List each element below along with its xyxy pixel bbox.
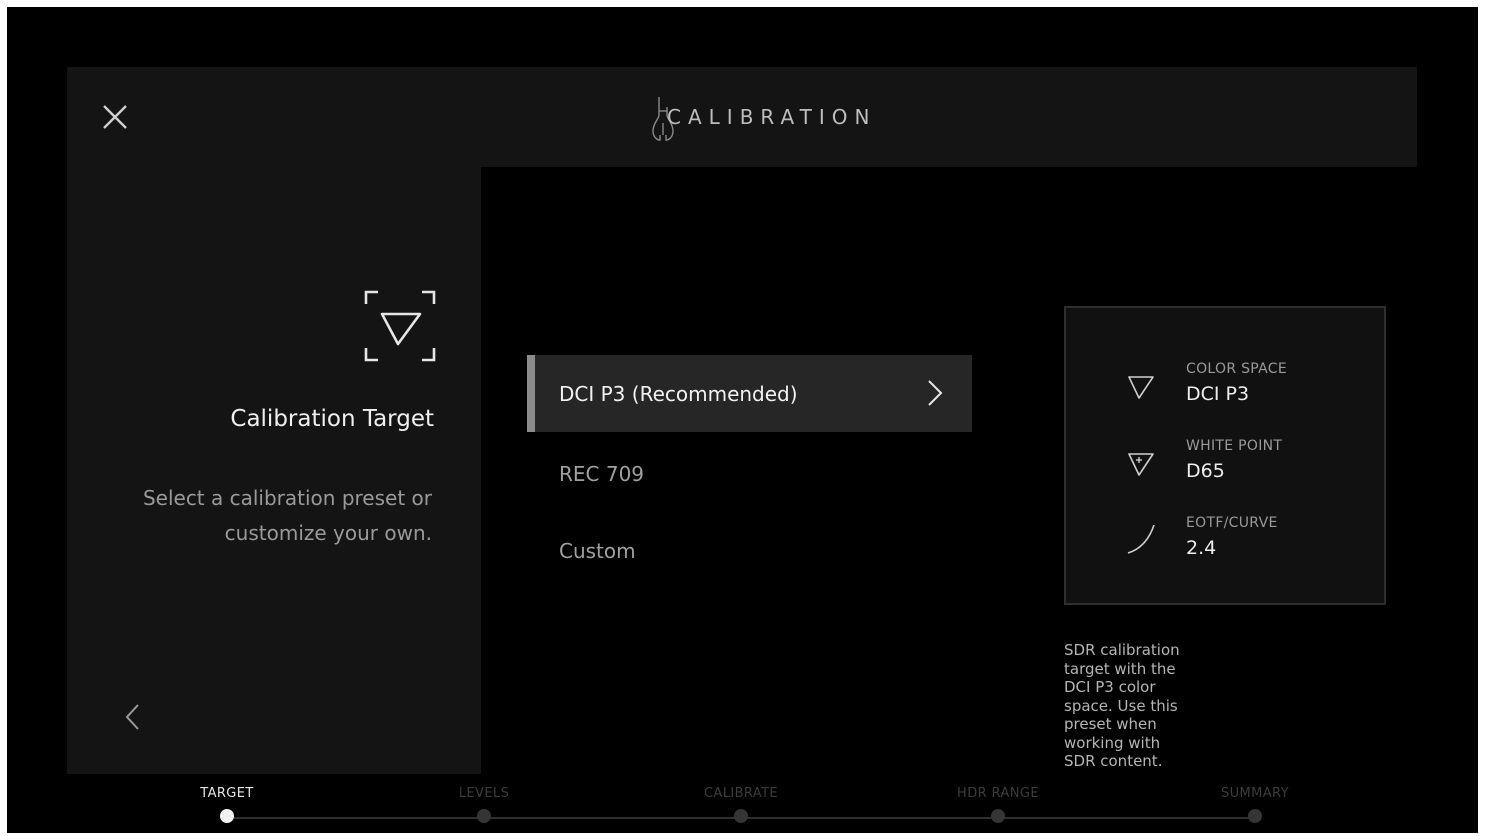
panel-description: Select a calibration preset or customize… [142, 486, 432, 545]
close-icon [103, 105, 127, 129]
info-label: COLOR SPACE [1186, 361, 1287, 377]
triangle-icon [1128, 376, 1154, 399]
step-label: CALIBRATE [703, 786, 779, 801]
triangle-plus-icon [1128, 453, 1154, 476]
step-dot [991, 809, 1005, 823]
info-white-point: WHITE POINT D65 [1066, 438, 1384, 498]
step-levels[interactable]: LEVELS [424, 785, 544, 823]
step-calibrate[interactable]: CALIBRATE [681, 785, 801, 823]
step-dot [734, 809, 748, 823]
step-label: HDR RANGE [957, 786, 1039, 801]
preset-dci-p3[interactable]: DCI P3 (Recommended) [527, 355, 972, 432]
left-panel: Calibration Target Select a calibration … [67, 167, 481, 774]
info-eotf-curve: EOTF/CURVE 2.4 [1066, 515, 1384, 575]
info-label: WHITE POINT [1186, 438, 1283, 454]
curve-icon [1127, 525, 1155, 554]
progress-stepper: TARGET LEVELS CALIBRATE HDR RANGE SUMMAR… [7, 785, 1478, 833]
info-color-space: COLOR SPACE DCI P3 [1066, 361, 1384, 421]
info-label: EOTF/CURVE [1186, 515, 1278, 531]
close-button[interactable] [95, 97, 135, 137]
panel-title: Calibration Target [230, 406, 434, 432]
screen: CALIBRATION Calibration Target Select a … [7, 7, 1478, 833]
header-bar: CALIBRATION [67, 67, 1417, 167]
info-value: DCI P3 [1186, 383, 1250, 405]
info-value: D65 [1186, 460, 1225, 482]
step-dot [220, 809, 234, 823]
preset-label: REC 709 [559, 461, 645, 486]
target-triangle-icon [364, 290, 436, 362]
step-label: TARGET [200, 786, 254, 801]
step-label: SUMMARY [1220, 786, 1290, 801]
step-label: LEVELS [458, 786, 510, 801]
step-dot [477, 809, 491, 823]
step-target[interactable]: TARGET [167, 785, 287, 823]
preset-rec-709[interactable]: REC 709 [527, 435, 972, 512]
preset-description: SDR calibration target with the DCI P3 c… [1064, 641, 1180, 770]
chevron-right-icon [928, 380, 943, 406]
back-button[interactable] [117, 697, 147, 737]
preset-label: Custom [559, 538, 636, 563]
target-info-box: COLOR SPACE DCI P3 WHITE POINT D65 EOTF/… [1064, 306, 1386, 605]
chevron-left-icon [125, 704, 139, 730]
info-value: 2.4 [1186, 537, 1217, 559]
step-hdr-range[interactable]: HDR RANGE [938, 785, 1058, 823]
step-dot [1248, 809, 1262, 823]
step-summary[interactable]: SUMMARY [1195, 785, 1315, 823]
preset-custom[interactable]: Custom [527, 512, 972, 589]
app-title: CALIBRATION [667, 105, 877, 129]
preset-label: DCI P3 (Recommended) [559, 381, 798, 406]
